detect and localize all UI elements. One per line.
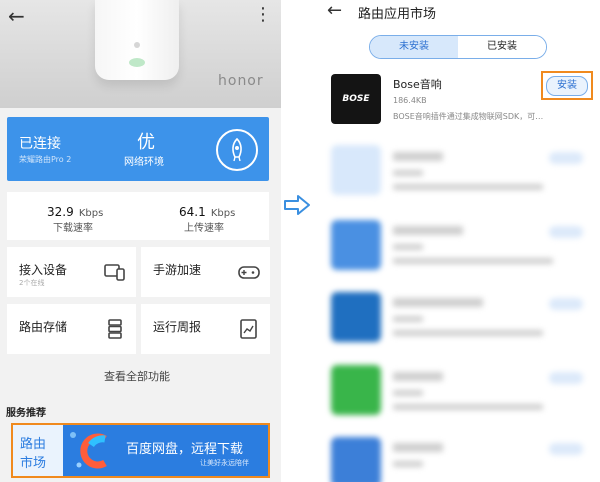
app-size: 186.4KB — [393, 96, 427, 105]
network-quality-label: 网络环境 — [124, 157, 164, 168]
connection-status-card[interactable]: 已连接 荣耀路由Pro 2 优 网络环境 — [7, 117, 269, 181]
download-label: 下载速率 — [53, 223, 93, 234]
network-quality: 优 — [137, 132, 155, 153]
rocket-icon[interactable] — [216, 129, 258, 171]
router-app-market-screen: ← 路由应用市场 未安装 已安装 BOSE Bose音响 186.4KB BOS… — [314, 0, 600, 482]
list-item-icon — [331, 220, 381, 270]
app-description: BOSE音响插件通过集成物联网SDK，可… — [393, 112, 544, 121]
storage-icon — [104, 319, 126, 339]
tile-game-boost[interactable]: 手游加速 — [141, 247, 270, 297]
download-speed: 32.9 Kbps — [47, 205, 104, 219]
devices-icon — [104, 262, 126, 282]
back-arrow-icon[interactable]: ← — [8, 4, 25, 28]
list-item-icon — [331, 292, 381, 342]
view-all-features-link[interactable]: 查看全部功能 — [104, 368, 170, 384]
router-hero-image: honor ← ⋮ — [0, 0, 281, 108]
tab-installed[interactable]: 已安装 — [458, 36, 546, 58]
report-icon — [238, 319, 260, 339]
page-title: 路由应用市场 — [358, 7, 437, 22]
highlight-box — [11, 423, 270, 478]
list-item-icon — [331, 365, 381, 415]
right-arrow-icon — [283, 194, 311, 216]
brand-logo: honor — [218, 73, 264, 89]
section-title: 服务推荐 — [6, 408, 46, 419]
app-name: Bose音响 — [393, 78, 442, 91]
list-item-icon — [331, 437, 381, 482]
more-icon[interactable]: ⋮ — [254, 4, 272, 25]
upload-speed: 64.1 Kbps — [179, 205, 236, 219]
tile-weekly-report[interactable]: 运行周报 — [141, 304, 270, 354]
router-device-image — [95, 0, 179, 80]
bose-app-icon: BOSE — [331, 74, 381, 124]
install-status-tabs: 未安装 已安装 — [369, 35, 547, 59]
tab-not-installed[interactable]: 未安装 — [370, 36, 458, 58]
back-arrow-icon[interactable]: ← — [327, 0, 342, 21]
highlight-box — [541, 71, 593, 100]
router-app-home-screen: honor ← ⋮ 已连接 荣耀路由Pro 2 优 网络环境 32.9 Kbps… — [0, 0, 281, 482]
router-name: 荣耀路由Pro 2 — [19, 155, 72, 164]
tile-connected-devices[interactable]: 接入设备 2个在线 — [7, 247, 136, 297]
gamepad-icon — [238, 262, 260, 282]
blurred-app-list — [314, 140, 600, 482]
speed-card: 32.9 Kbps 下载速率 64.1 Kbps 上传速率 — [7, 192, 269, 240]
connection-status: 已连接 — [19, 136, 61, 152]
tile-router-storage[interactable]: 路由存储 — [7, 304, 136, 354]
list-item-icon — [331, 145, 381, 195]
upload-label: 上传速率 — [184, 223, 224, 234]
